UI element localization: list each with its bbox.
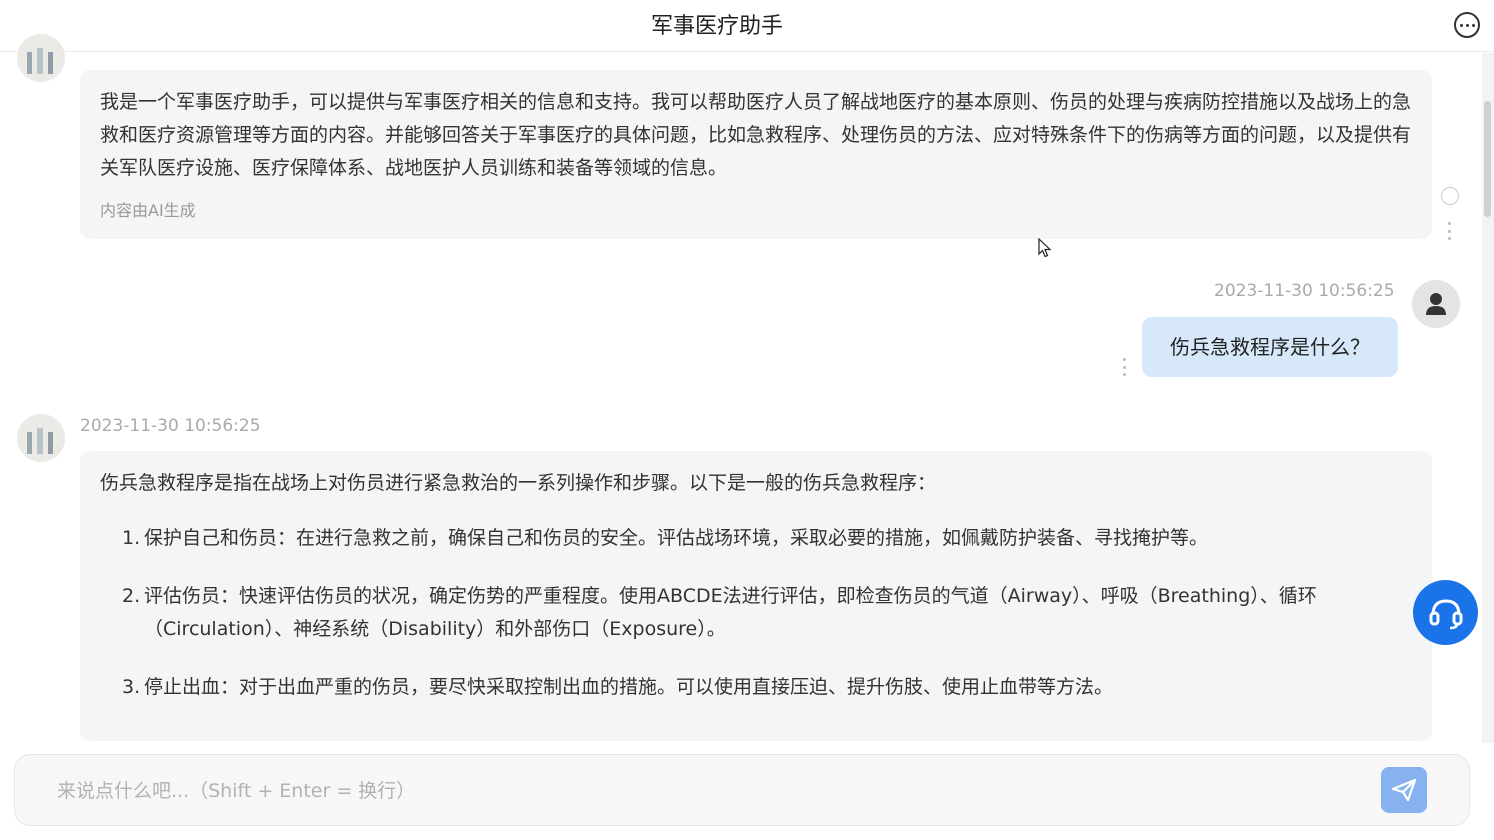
headset-icon [1429,598,1462,629]
message-text: 我是一个军事医疗助手，可以提供与军事医疗相关的信息和支持。我可以帮助医疗人员了解… [100,91,1412,179]
message-input[interactable] [57,773,1337,809]
step-text: 停止出血：对于出血严重的伤员，要尽快采取控制出血的措施。可以使用直接压迫、提升伤… [144,676,1114,698]
page-title: 军事医疗助手 [650,14,783,39]
user-message: 伤兵急救程序是什么？ [1142,317,1398,377]
step-text: 评估伤员：快速评估伤员的状况，确定伤势的严重程度。使用ABCDE法进行评估，即检… [144,585,1317,640]
user-icon [1426,293,1446,315]
answer-intro: 伤兵急救程序是指在战场上对伤员进行紧急救治的一系列操作和步骤。以下是一般的伤兵急… [100,472,937,494]
assistant-message-timestamp: 2023-11-30 10:56:25 [80,416,261,436]
message-status-icon [1441,187,1459,205]
step-number: 1. [122,527,141,549]
list-item: 2. 评估伤员：快速评估伤员的状况，确定伤势的严重程度。使用ABCDE法进行评估… [122,580,1412,646]
scrollbar[interactable] [1482,53,1494,743]
user-message-timestamp: 2023-11-30 10:56:25 [1214,281,1395,301]
user-avatar [1412,280,1460,328]
customer-service-button[interactable] [1413,580,1478,645]
message-composer [14,754,1470,826]
message-menu-icon[interactable] [1447,222,1451,240]
answer-steps-list: 1. 保护自己和伤员：在进行急救之前，确保自己和伤员的安全。评估战场环境，采取必… [100,522,1412,704]
step-number: 3. [122,676,141,698]
assistant-message: 我是一个军事医疗助手，可以提供与军事医疗相关的信息和支持。我可以帮助医疗人员了解… [80,70,1432,239]
list-item: 3. 停止出血：对于出血严重的伤员，要尽快采取控制出血的措施。可以使用直接压迫、… [122,671,1412,704]
step-number: 2. [122,585,141,607]
message-menu-icon[interactable] [1122,358,1126,376]
step-text: 保护自己和伤员：在进行急救之前，确保自己和伤员的安全。评估战场环境，采取必要的措… [144,527,1209,549]
list-item: 1. 保护自己和伤员：在进行急救之前，确保自己和伤员的安全。评估战场环境，采取必… [122,522,1412,555]
mouse-cursor-icon [1038,238,1052,258]
send-icon [1391,778,1417,802]
ai-generated-note: 内容由AI生成 [100,201,196,220]
scrollbar-thumb[interactable] [1484,101,1491,217]
assistant-message: 伤兵急救程序是指在战场上对伤员进行紧急救治的一系列操作和步骤。以下是一般的伤兵急… [80,451,1432,741]
app-header: 军事医疗助手 [0,0,1494,52]
assistant-avatar [17,414,65,462]
more-options-icon[interactable] [1454,12,1480,38]
send-button[interactable] [1381,767,1427,813]
assistant-avatar [17,34,65,82]
